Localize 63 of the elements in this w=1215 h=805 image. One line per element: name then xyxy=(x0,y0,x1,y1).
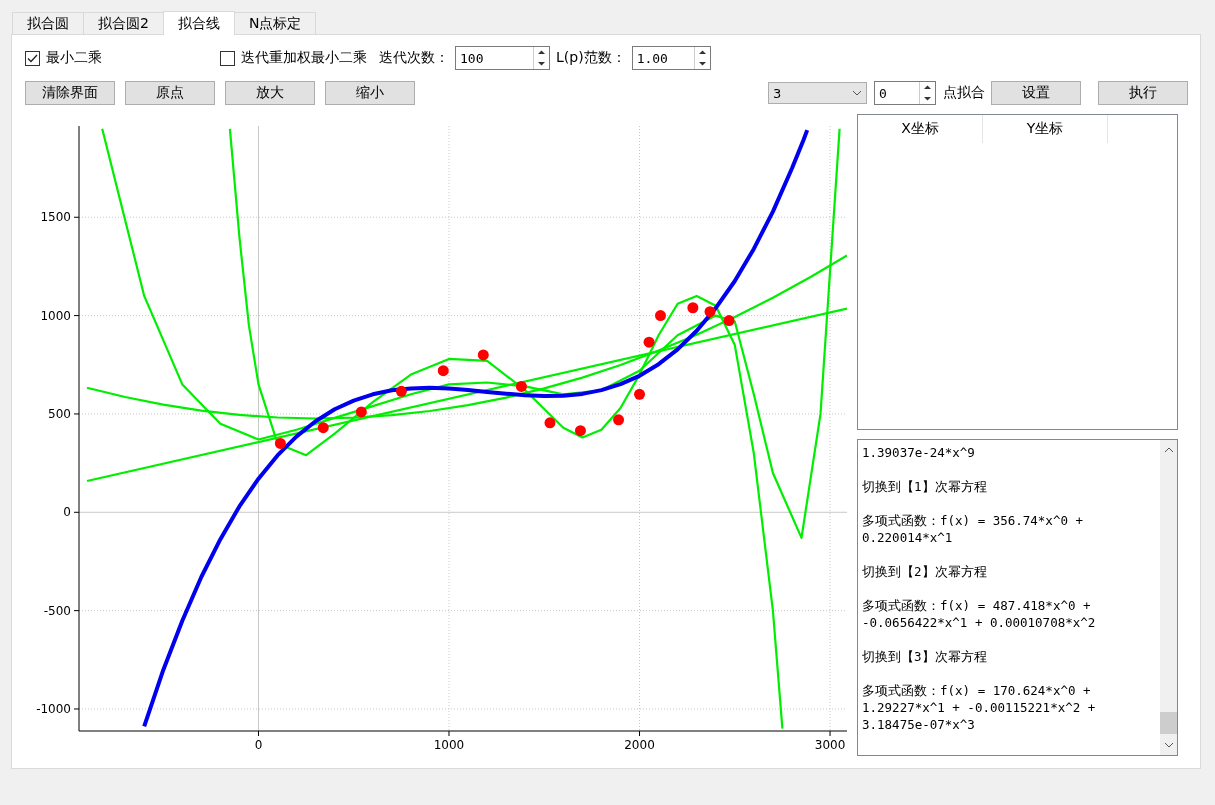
toolbar-button[interactable]: 清除界面 xyxy=(25,81,115,105)
axis-tick-label: 1500 xyxy=(40,210,71,225)
run-button[interactable]: 执行 xyxy=(1098,81,1188,105)
log-entry: 多项式函数：f(x) = 487.418*x^0 + -0.0656422*x^1 + 0.00010708*x^2 xyxy=(862,597,1097,631)
log-entry: 1.39037e-24*x^9 xyxy=(862,444,976,461)
log-entry: 切换到【2】次幂方程 xyxy=(862,563,988,580)
data-point xyxy=(723,315,735,326)
log-entry: 切换到【1】次幂方程 xyxy=(862,478,988,495)
axis-tick-label: 2000 xyxy=(624,738,655,752)
data-point xyxy=(704,306,716,318)
toolbar-button[interactable]: 放大 xyxy=(225,81,315,105)
number-input[interactable]: 1.00 xyxy=(632,50,694,66)
checkbox-label: 最小二乘 xyxy=(46,49,102,67)
axis-tick-label: -1000 xyxy=(36,701,71,716)
settings-button[interactable]: 设置 xyxy=(991,81,1081,105)
checkbox[interactable] xyxy=(25,50,40,66)
toolbar-button[interactable]: 缩小 xyxy=(325,81,415,105)
scrollbar[interactable] xyxy=(1160,440,1177,755)
log-entry: 多项式函数：f(x) = 356.74*x^0 + 0.220014*x^1 xyxy=(862,512,1084,546)
toolbar-button[interactable]: 原点 xyxy=(125,81,215,105)
data-point xyxy=(643,336,655,348)
scrollbar-thumb[interactable] xyxy=(1160,712,1177,734)
data-point xyxy=(687,302,699,314)
axis-tick-label: 0 xyxy=(63,505,71,520)
data-point xyxy=(355,406,367,418)
axis-tick-label: -500 xyxy=(43,603,71,618)
tab[interactable]: 拟合线 xyxy=(162,11,235,35)
tab[interactable]: 拟合圆 xyxy=(12,12,84,34)
dropdown[interactable]: 3 xyxy=(768,82,867,104)
column-header[interactable]: Y坐标 xyxy=(983,115,1108,143)
data-point xyxy=(574,425,586,437)
chevron-down-icon xyxy=(1163,742,1174,749)
field-label: 点拟合 xyxy=(943,84,985,102)
data-point xyxy=(317,422,329,434)
data-point xyxy=(634,388,645,400)
data-point xyxy=(655,310,666,322)
checkbox-label: 迭代重加权最小二乘 xyxy=(241,49,367,67)
axis-tick-label: 3000 xyxy=(814,738,846,752)
data-point xyxy=(613,414,625,426)
axis-tick-label: 500 xyxy=(48,406,71,421)
axis-tick-label: 1000 xyxy=(433,738,465,752)
axis-tick-label: 1000 xyxy=(40,308,71,323)
spin-box[interactable]: 1.00 xyxy=(631,46,711,70)
data-point xyxy=(395,385,407,397)
log-entry: 切换到【3】次幂方程 xyxy=(862,648,988,665)
number-input[interactable]: 0 xyxy=(875,85,919,101)
field-label: 迭代次数： xyxy=(379,49,449,67)
log-entry: 多项式函数：f(x) = 170.624*x^0 + 1.29227*x^1 + -0.00115221*x^2 + 3.18475e-07*x^3 xyxy=(862,682,1097,733)
chevron-down-icon xyxy=(852,90,862,96)
tab[interactable]: N点标定 xyxy=(233,12,317,34)
checkbox[interactable] xyxy=(220,50,235,66)
axis-tick-label: 0 xyxy=(254,738,263,752)
number-input[interactable]: 100 xyxy=(456,50,533,66)
data-point xyxy=(437,365,449,377)
spin-box[interactable]: 0 xyxy=(874,81,936,105)
spin-box[interactable]: 100 xyxy=(455,46,550,70)
chevron-up-icon xyxy=(1163,446,1174,453)
column-header[interactable]: X坐标 xyxy=(858,115,983,143)
field-label: L(p)范数： xyxy=(556,49,626,67)
data-point xyxy=(477,349,489,361)
data-point xyxy=(515,380,527,392)
data-point xyxy=(544,417,556,429)
data-point xyxy=(274,437,286,449)
